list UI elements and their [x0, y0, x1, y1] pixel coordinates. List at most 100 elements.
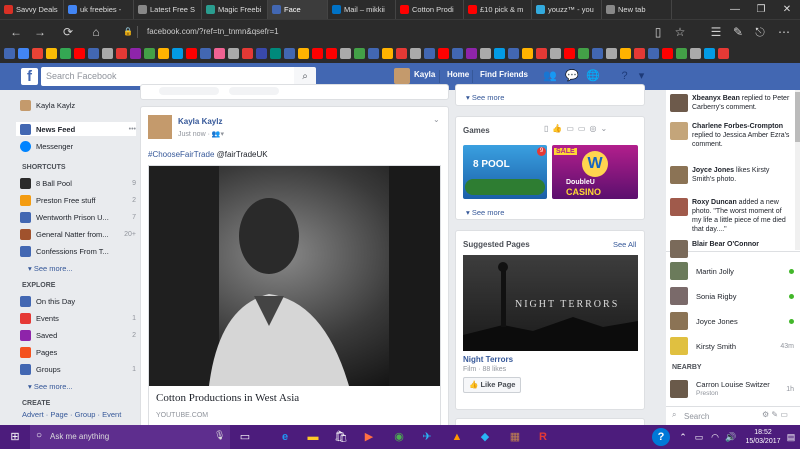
game-doubleu-casino[interactable]: SALE W DoubleU CASINO [552, 145, 638, 199]
browser-tab[interactable]: New tab [602, 0, 672, 19]
game-8-ball-pool[interactable]: 8 POOL 9 [463, 145, 547, 199]
bookmark-favicon-icon[interactable] [158, 48, 169, 59]
sidebar-item[interactable]: Pages [20, 345, 136, 359]
bookmark-favicon-icon[interactable] [354, 48, 365, 59]
bookmark-favicon-icon[interactable] [116, 48, 127, 59]
ticker-item[interactable]: Roxy Duncan added a new photo. "The wors… [670, 198, 792, 234]
chat-search[interactable]: ⌕ Search ⚙ ✎ ▭ [666, 406, 800, 425]
see-all-link[interactable]: See All [613, 240, 636, 249]
bookmark-favicon-icon[interactable] [452, 48, 463, 59]
address-bar[interactable]: 🔒 facebook.com/?ref=tn_tnmn&qsefr=1 [117, 23, 647, 41]
bookmark-favicon-icon[interactable] [508, 48, 519, 59]
account-menu-chevron-icon[interactable]: ▾ [635, 70, 648, 83]
see-more-shortcuts[interactable]: ▾ See more... [28, 264, 73, 273]
browser-tab[interactable]: Cotton Prodi [396, 0, 464, 19]
sidebar-item[interactable]: General Natter from... 20+ [20, 227, 136, 241]
file-explorer-icon[interactable]: ▬ [304, 428, 322, 446]
post-options-chevron-icon[interactable]: ⌄ [433, 115, 440, 124]
bookmark-favicon-icon[interactable] [536, 48, 547, 59]
create-group-link[interactable]: Group [75, 410, 96, 419]
bookmark-favicon-icon[interactable] [144, 48, 155, 59]
bookmark-favicon-icon[interactable] [88, 48, 99, 59]
avatar[interactable] [394, 68, 410, 84]
more-icon[interactable]: ⋯ [776, 24, 792, 40]
bookmark-favicon-icon[interactable] [340, 48, 351, 59]
browser-tab[interactable]: uk freebies - [64, 0, 134, 19]
roblox-icon[interactable]: R [534, 428, 552, 446]
ticker-item[interactable]: Xbeanyx Bean replied to Peter Carberry's… [670, 94, 792, 112]
link-title[interactable]: Cotton Productions in West Asia [156, 392, 299, 404]
help-icon[interactable]: ? [618, 70, 631, 83]
bookmark-favicon-icon[interactable] [606, 48, 617, 59]
help-icon[interactable]: ? [652, 428, 670, 446]
bookmark-favicon-icon[interactable] [396, 48, 407, 59]
sidebar-item[interactable]: 8 Ball Pool 9 [20, 176, 136, 190]
close-window-button[interactable]: ✕ [774, 0, 800, 19]
see-more-explore[interactable]: ▾ See more... [28, 382, 73, 391]
bookmark-favicon-icon[interactable] [578, 48, 589, 59]
bookmark-favicon-icon[interactable] [494, 48, 505, 59]
chrome-icon[interactable]: ◉ [390, 428, 408, 446]
sidebar-item[interactable]: Events 1 [20, 311, 136, 325]
bookmark-favicon-icon[interactable] [214, 48, 225, 59]
bookmark-favicon-icon[interactable] [228, 48, 239, 59]
friend-requests-icon[interactable]: 👥 [543, 70, 557, 83]
ticker-item[interactable]: Joyce Jones likes Kirsty Smith's photo. [670, 166, 792, 184]
sidebar-profile[interactable]: Kayla Kaylz [20, 98, 136, 112]
bookmark-favicon-icon[interactable] [676, 48, 687, 59]
favorite-star-icon[interactable]: ☆ [672, 24, 688, 40]
bookmark-favicon-icon[interactable] [242, 48, 253, 59]
browser-tab[interactable]: Face [268, 0, 328, 19]
bookmark-favicon-icon[interactable] [438, 48, 449, 59]
app-icon[interactable]: ✈ [418, 428, 436, 446]
chat-contact[interactable]: Kirsty Smith 43m [670, 336, 794, 356]
hashtag-link[interactable]: #ChooseFairTrade [148, 150, 214, 159]
bookmark-favicon-icon[interactable] [410, 48, 421, 59]
media-player-icon[interactable]: ▶ [360, 428, 378, 446]
action-center-icon[interactable]: ▤ [782, 428, 800, 446]
sidebar-item[interactable]: Wentworth Prison U... 7 [20, 210, 136, 224]
bookmark-favicon-icon[interactable] [18, 48, 29, 59]
post-timestamp[interactable]: Just now · 👥▾ [178, 130, 224, 138]
store-icon[interactable]: 🛍 [332, 428, 350, 446]
link-preview[interactable]: Cotton Productions in West Asia YOUTUBE.… [148, 165, 441, 427]
reload-icon[interactable]: ⟳ [60, 24, 76, 40]
forward-icon[interactable]: → [32, 24, 48, 40]
bookmark-favicon-icon[interactable] [522, 48, 533, 59]
ticker-item[interactable]: Blair Bear O'Connor [670, 240, 792, 258]
sidebar-item[interactable]: Preston Free stuff 2 [20, 193, 136, 207]
bookmark-favicon-icon[interactable] [382, 48, 393, 59]
back-icon[interactable]: ← [8, 24, 24, 40]
bookmark-favicon-icon[interactable] [424, 48, 435, 59]
chat-settings-icon[interactable]: ⚙ ✎ ▭ [762, 410, 788, 419]
minimize-button[interactable]: — [722, 0, 748, 19]
bookmark-favicon-icon[interactable] [4, 48, 15, 59]
sidebar-item-news-feed[interactable]: News Feed ••• [16, 122, 136, 136]
browser-tab[interactable]: Mail – mikkii [328, 0, 396, 19]
page-cover-image[interactable]: Night Terrors [463, 255, 638, 351]
bookmark-favicon-icon[interactable] [564, 48, 575, 59]
bookmark-favicon-icon[interactable] [690, 48, 701, 59]
bookmark-favicon-icon[interactable] [130, 48, 141, 59]
bookmark-favicon-icon[interactable] [592, 48, 603, 59]
home-icon[interactable]: ⌂ [88, 24, 104, 40]
create-advert-link[interactable]: Advert [22, 410, 44, 419]
reading-view-icon[interactable]: ▯ [650, 24, 666, 40]
note-icon[interactable]: ✎ [730, 24, 746, 40]
bookmark-favicon-icon[interactable] [466, 48, 477, 59]
app-icon-2[interactable]: ◆ [476, 428, 494, 446]
facebook-logo[interactable]: f [21, 68, 38, 85]
nearby-contact[interactable]: Carron Louise Switzer Preston 1h [670, 379, 794, 399]
bookmark-favicon-icon[interactable] [298, 48, 309, 59]
browser-tab[interactable]: £10 pick & m [464, 0, 532, 19]
page-name-link[interactable]: Night Terrors [463, 355, 513, 364]
chat-contact[interactable]: Joyce Jones [670, 311, 794, 331]
create-page-link[interactable]: Page [50, 410, 68, 419]
messages-icon[interactable]: 💬 [565, 70, 579, 83]
browser-tab[interactable]: Savvy Deals [0, 0, 64, 19]
bookmark-favicon-icon[interactable] [74, 48, 85, 59]
bookmark-favicon-icon[interactable] [186, 48, 197, 59]
browser-tab[interactable]: Magic Freebi [202, 0, 268, 19]
mention-text[interactable]: @fairTradeUK [217, 150, 268, 159]
bookmark-favicon-icon[interactable] [270, 48, 281, 59]
